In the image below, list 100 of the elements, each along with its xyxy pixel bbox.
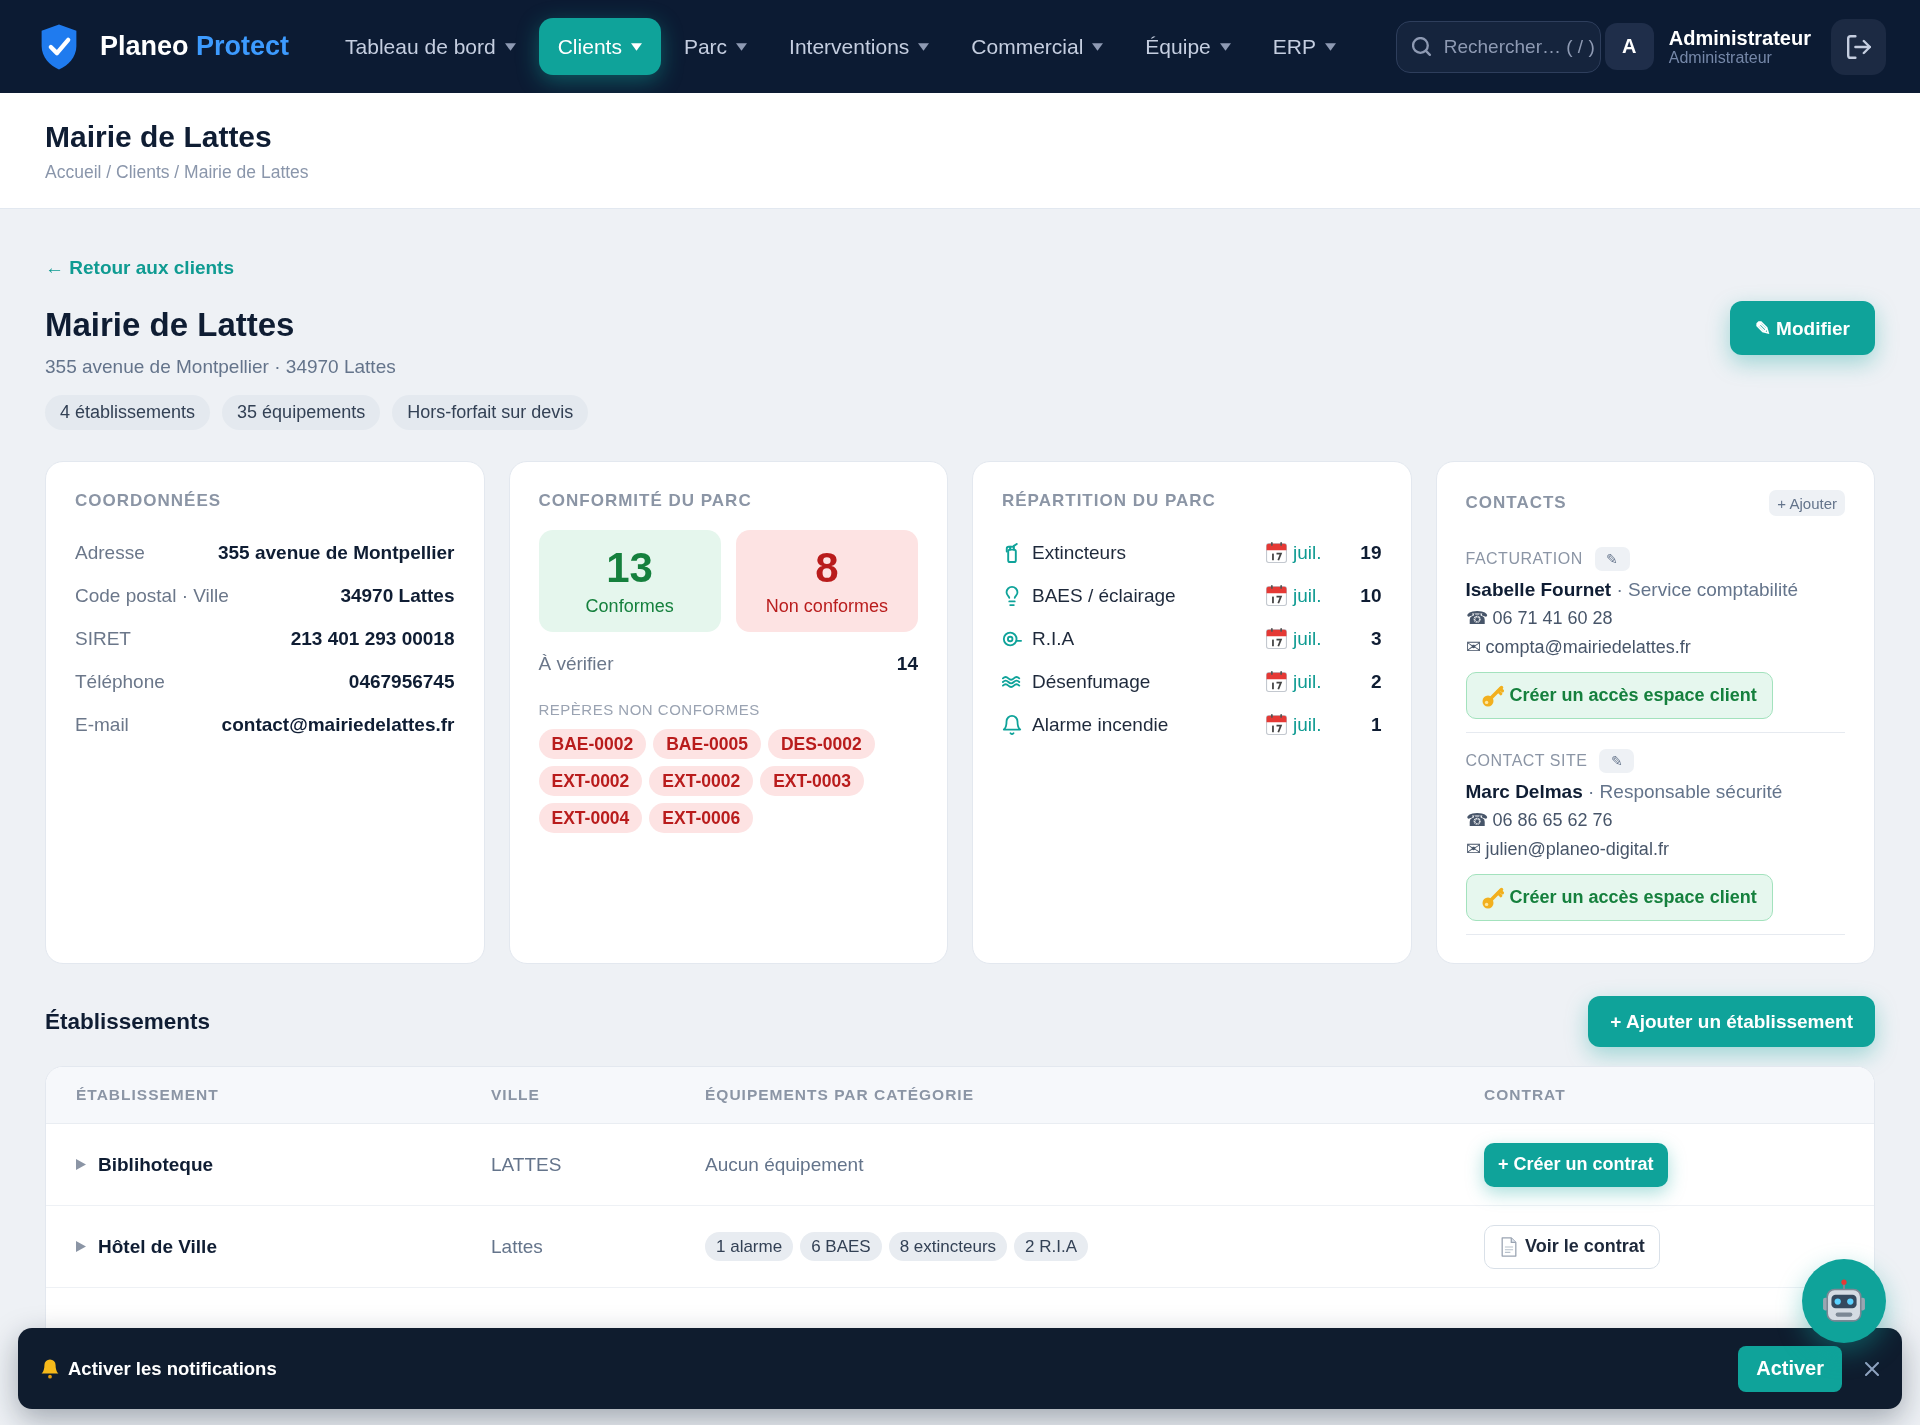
caret-icon <box>918 42 930 51</box>
stat-count: 8 <box>815 545 839 591</box>
equipment-type-label: R.I.A <box>1032 627 1075 650</box>
field-value: contact@mairiedelattes.fr <box>221 713 455 736</box>
equipment-count: 19 <box>1360 541 1382 564</box>
brand-name: Planeo Protect <box>100 31 290 62</box>
back-link[interactable]: ← Retour aux clients <box>45 256 234 280</box>
field-label: Code postal · Ville <box>75 584 229 607</box>
contact-phone: ☎ 06 71 41 60 28 <box>1465 607 1613 630</box>
search-icon <box>1411 36 1432 57</box>
caret-icon[interactable] <box>76 1159 86 1170</box>
nav-menu-button[interactable]: Tableau de bord <box>326 18 535 75</box>
user-avatar: A <box>1604 23 1654 70</box>
card-title: RÉPARTITION DU PARC <box>1002 490 1217 512</box>
equipment-tag: 8 extincteurs <box>888 1232 1008 1261</box>
column-header: ÉTABLISSEMENT <box>76 1086 219 1104</box>
add-contact-button[interactable]: + Ajouter <box>1769 490 1845 516</box>
document-icon <box>1499 1236 1519 1257</box>
create-contract-button[interactable]: + Créer un contrat <box>1484 1142 1668 1187</box>
client-access-button[interactable]: Créer un accès espace client <box>1465 672 1773 719</box>
calendar-icon <box>1266 585 1287 606</box>
card-title: CONTACTS <box>1465 492 1567 514</box>
add-establishment-button[interactable]: + Ajouter un établissement <box>1588 996 1875 1047</box>
client-address: 355 avenue de Montpellier · 34970 Lattes <box>45 355 396 379</box>
key-icon <box>1481 684 1504 707</box>
activate-button[interactable]: Activer <box>1738 1345 1842 1392</box>
field-label: Adresse <box>75 541 145 564</box>
section-title: Établissements <box>45 1008 211 1035</box>
field-label: E-mail <box>75 713 129 736</box>
section-label: REPÈRES NON CONFORMES <box>538 700 760 720</box>
contact-email: ✉ compta@mairiedelattes.fr <box>1465 636 1691 659</box>
equipment-type-label: Alarme incendie <box>1032 713 1169 736</box>
reference-tag: EXT-0004 <box>538 803 643 833</box>
equipment-type-label: Extincteurs <box>1032 541 1126 564</box>
equipment-count: 10 <box>1360 584 1382 607</box>
date-label: juil. <box>1293 670 1322 693</box>
date-label: juil. <box>1293 584 1322 607</box>
contact-role: CONTACT SITE <box>1465 752 1588 770</box>
nav-menu-button[interactable]: Clients <box>538 18 661 75</box>
reference-tag: BAE-0005 <box>653 729 761 759</box>
field-value: 355 avenue de Montpellier <box>217 541 455 564</box>
caret-icon <box>504 42 516 51</box>
stat-label: Non conformes <box>765 595 888 617</box>
equipment-tag: 2 R.I.A <box>1014 1232 1089 1261</box>
equipment-type-label: BAES / éclairage <box>1032 584 1176 607</box>
equipment-count: 2 <box>1370 670 1382 693</box>
stat-count: 13 <box>606 545 653 591</box>
establishment-name: Biblihoteque <box>98 1153 214 1176</box>
equipment-tag: 1 alarme <box>705 1232 794 1261</box>
equipment-tag: 6 BAES <box>800 1232 882 1261</box>
nav-menu-button[interactable]: Interventions <box>770 18 949 75</box>
client-access-button[interactable]: Créer un accès espace client <box>1465 874 1773 921</box>
contact-name: Isabelle Fournet · Service comptabilité <box>1465 578 1799 602</box>
stat-label: Conformes <box>585 595 674 617</box>
client-name: Mairie de Lattes <box>45 305 295 345</box>
info-chip: 35 équipements <box>222 395 381 430</box>
bell-icon <box>40 1358 60 1379</box>
check-label: À vérifier <box>538 652 614 675</box>
close-button[interactable] <box>1864 1360 1880 1377</box>
establishment-name: Hôtel de Ville <box>98 1235 217 1258</box>
edit-contact-button[interactable]: ✎ <box>1594 547 1630 571</box>
contact-email: ✉ julien@planeo-digital.fr <box>1465 838 1669 861</box>
caret-icon <box>736 42 748 51</box>
field-value: 213 401 293 00018 <box>290 627 455 650</box>
nav-menu-button[interactable]: Parc <box>664 18 767 75</box>
equipment-note: Aucun équipement <box>705 1153 864 1176</box>
user-role: Administrateur <box>1668 48 1773 67</box>
reference-tag: BAE-0002 <box>538 729 647 759</box>
caret-icon <box>630 42 642 51</box>
edit-contact-button[interactable]: ✎ <box>1599 749 1635 773</box>
field-label: Téléphone <box>75 670 165 693</box>
caret-icon[interactable] <box>76 1241 86 1252</box>
key-icon <box>1481 886 1504 909</box>
nav-menu-button[interactable]: ERP <box>1253 18 1355 75</box>
reference-tag: EXT-0003 <box>760 766 864 796</box>
card-title: COORDONNÉES <box>75 490 223 512</box>
robot-icon <box>1822 1279 1866 1323</box>
nav-menu-button[interactable]: Équipe <box>1126 18 1250 75</box>
page-title: Mairie de Lattes <box>45 118 272 155</box>
contact-phone: ☎ 06 86 65 62 76 <box>1465 809 1613 832</box>
nav-menu-button[interactable]: Commercial <box>952 18 1123 75</box>
search-field[interactable]: Rechercher… ( / ) <box>1395 20 1601 73</box>
city-cell: LATTES <box>491 1153 562 1176</box>
info-chip: 4 établissements <box>45 395 211 430</box>
reference-tag: EXT-0006 <box>649 803 754 833</box>
logout-button[interactable] <box>1831 18 1886 75</box>
field-value: 34970 Lattes <box>340 584 455 607</box>
date-label: juil. <box>1293 541 1322 564</box>
contact-name: Marc Delmas · Responsable sécurité <box>1465 780 1783 804</box>
column-header: CONTRAT <box>1484 1086 1566 1104</box>
bell-icon <box>1002 714 1022 735</box>
view-contract-button[interactable]: Voir le contrat <box>1484 1224 1660 1269</box>
equipment-type-label: Désenfumage <box>1032 670 1151 693</box>
reference-tag: EXT-0002 <box>649 766 754 796</box>
logout-icon <box>1846 34 1871 59</box>
edit-button[interactable]: ✎ Modifier <box>1729 301 1875 355</box>
calendar-icon <box>1266 714 1287 735</box>
calendar-icon <box>1266 671 1287 692</box>
user-name: Administrateur <box>1668 26 1811 49</box>
field-label: SIRET <box>75 627 131 650</box>
